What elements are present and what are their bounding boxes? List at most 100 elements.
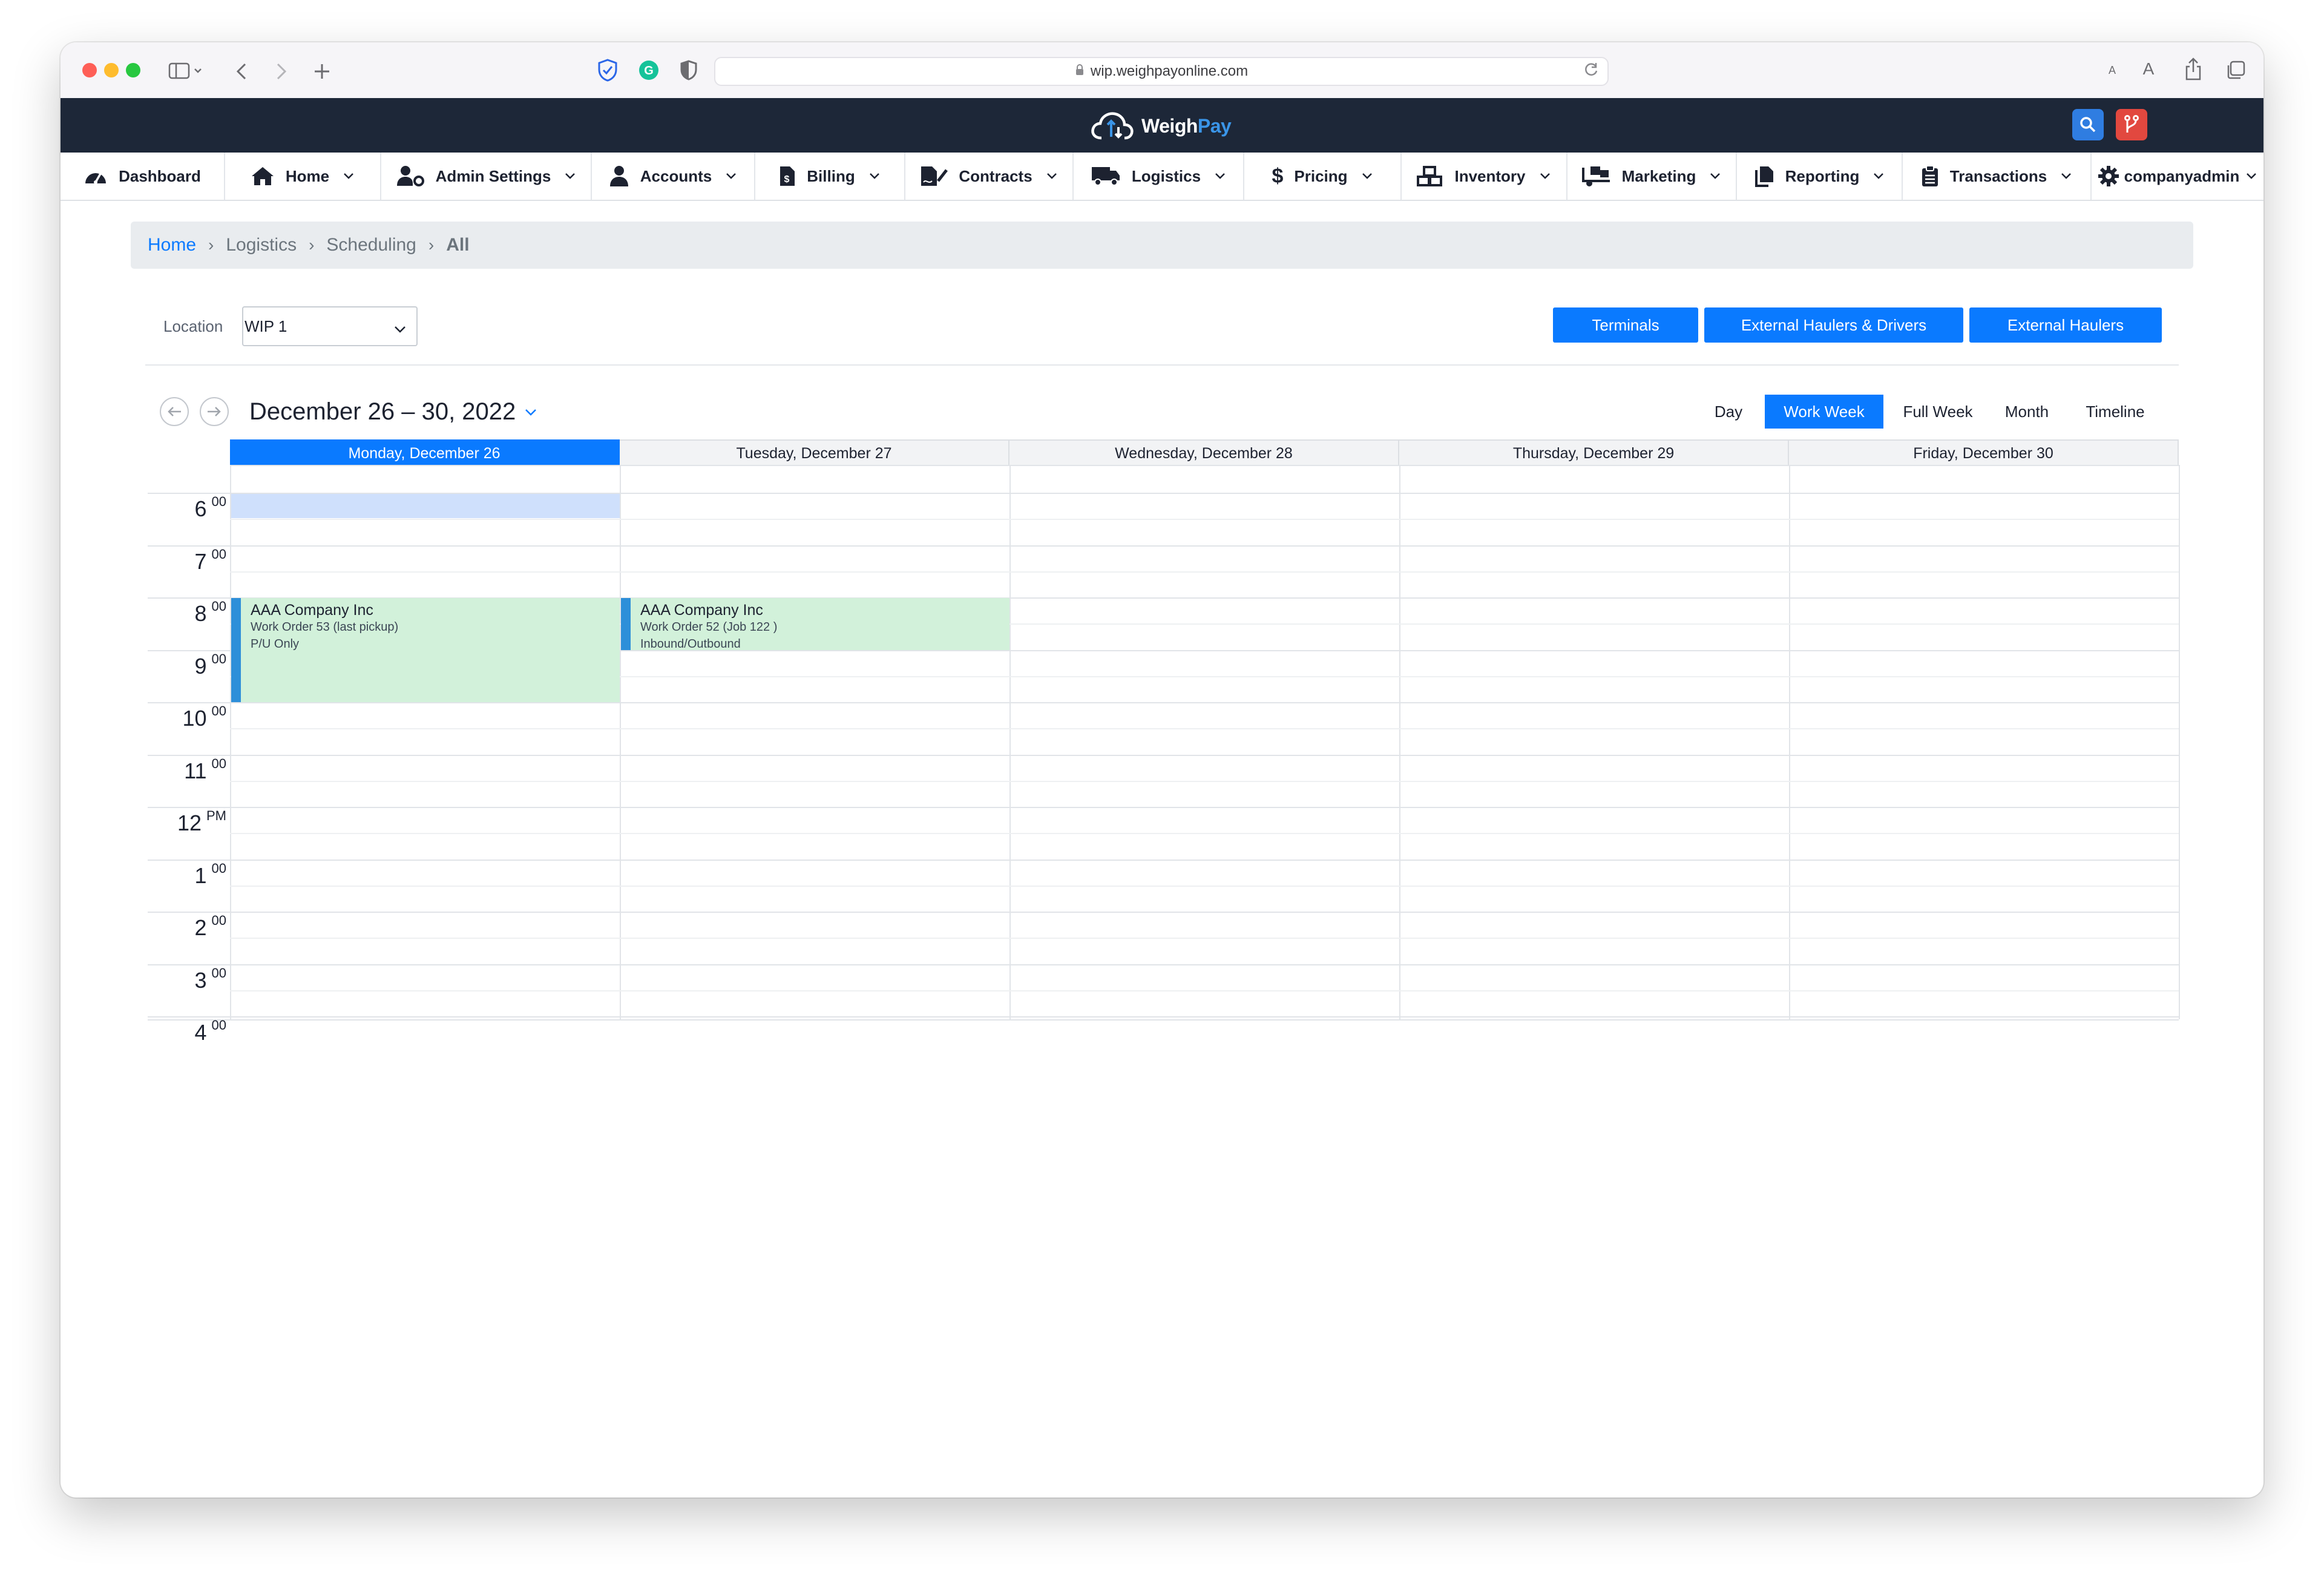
day-header-tue[interactable]: Tuesday, December 27 <box>620 439 1009 466</box>
external-haulers-button[interactable]: External Haulers <box>1969 307 2162 343</box>
nav-transactions[interactable]: Transactions <box>1903 153 2092 200</box>
prev-range-button[interactable] <box>160 397 189 426</box>
reload-icon[interactable] <box>1583 62 1599 82</box>
date-range-picker[interactable]: December 26 – 30, 2022 <box>249 398 537 426</box>
location-select[interactable]: WIP 1 <box>242 306 418 346</box>
sidebar-toggle-icon[interactable] <box>167 61 206 81</box>
nav-accounts[interactable]: Accounts <box>592 153 755 200</box>
nav-contracts[interactable]: Contracts <box>905 153 1074 200</box>
nav-label: Dashboard <box>119 166 201 185</box>
half-hour-line <box>230 781 2179 782</box>
hour-label: 9 00 <box>148 651 226 679</box>
chevron-down-icon <box>1539 172 1551 180</box>
date-range-label: December 26 – 30, 2022 <box>249 398 516 425</box>
nav-marketing[interactable]: Marketing <box>1567 153 1737 200</box>
day-header-wed[interactable]: Wednesday, December 28 <box>1009 439 1399 466</box>
nav-pricing[interactable]: $ Pricing <box>1244 153 1402 200</box>
nav-user-menu[interactable]: companyadmin <box>2092 153 2263 200</box>
hour-label: 2 00 <box>148 913 226 941</box>
back-icon[interactable] <box>230 59 254 84</box>
forward-icon[interactable] <box>269 59 293 84</box>
terminals-button[interactable]: Terminals <box>1553 307 1698 343</box>
hour-label: 3 00 <box>148 965 226 993</box>
copy-icon <box>1754 165 1774 187</box>
selected-time-slot[interactable] <box>231 493 620 518</box>
day-header-fri[interactable]: Friday, December 30 <box>1789 439 2179 466</box>
hour-line <box>148 755 2179 756</box>
user-icon <box>609 165 629 187</box>
address-bar[interactable]: wip.weighpayonline.com <box>714 57 1609 86</box>
text-smaller-button[interactable]: A <box>2104 59 2121 81</box>
event-title: AAA Company Inc <box>640 602 763 619</box>
search-button[interactable] <box>2072 109 2104 140</box>
nav-admin-settings[interactable]: Admin Settings <box>381 153 592 200</box>
hour-label: 11 00 <box>148 756 226 784</box>
half-hour-line <box>230 990 2179 991</box>
new-tab-icon[interactable] <box>310 59 334 84</box>
weighpay-logo[interactable]: WeighPay <box>1089 108 1232 144</box>
hour-minutes: PM <box>206 808 226 823</box>
half-hour-line <box>230 938 2179 939</box>
hour-number: 9 <box>194 654 207 679</box>
chevron-down-icon <box>1873 172 1885 180</box>
nav-logistics[interactable]: Logistics <box>1074 153 1244 200</box>
nav-billing[interactable]: $ Billing <box>755 153 905 200</box>
url-text: wip.weighpayonline.com <box>1090 63 1249 79</box>
grammarly-icon[interactable]: G <box>635 57 662 84</box>
lock-icon <box>1075 63 1085 80</box>
nav-home[interactable]: Home <box>225 153 381 200</box>
view-work-week-button[interactable]: Work Week <box>1765 395 1883 429</box>
hour-number: 8 <box>194 601 207 626</box>
hour-label: 10 00 <box>148 703 226 731</box>
hour-line <box>148 964 2179 965</box>
hour-number: 2 <box>194 915 207 940</box>
event-type: Inbound/Outbound <box>640 637 741 650</box>
hour-label: 7 00 <box>148 547 226 574</box>
breadcrumb-home-link[interactable]: Home <box>148 235 196 255</box>
privacy-shield-icon[interactable] <box>675 57 702 84</box>
breadcrumb-separator: › <box>309 235 315 254</box>
nav-inventory[interactable]: Inventory <box>1402 153 1567 200</box>
chevron-down-icon <box>2060 172 2072 180</box>
minimize-window-button[interactable] <box>104 63 119 77</box>
zoom-window-button[interactable] <box>126 63 140 77</box>
view-full-week-button[interactable]: Full Week <box>1893 395 1983 429</box>
hour-label: 8 00 <box>148 599 226 626</box>
close-window-button[interactable] <box>82 63 97 77</box>
hour-minutes: 00 <box>211 756 226 771</box>
bitwarden-shield-icon[interactable] <box>594 57 621 84</box>
boxes-icon <box>1417 166 1443 186</box>
hour-number: 4 <box>194 1020 207 1045</box>
calendar-event[interactable]: AAA Company Inc Work Order 52 (Job 122 ) I… <box>621 598 1009 650</box>
nav-label: Billing <box>807 166 855 185</box>
chevron-down-icon <box>1046 172 1058 180</box>
nav-label: Logistics <box>1131 166 1201 185</box>
nav-reporting[interactable]: Reporting <box>1737 153 1903 200</box>
day-header-mon[interactable]: Monday, December 26 <box>230 439 620 466</box>
view-month-button[interactable]: Month <box>1991 395 2063 429</box>
hour-line <box>148 545 2179 547</box>
share-icon[interactable] <box>2180 54 2207 84</box>
truck-icon <box>1091 166 1121 186</box>
breadcrumb-current: All <box>446 235 470 255</box>
hour-number: 10 <box>182 706 207 731</box>
tab-overview-icon[interactable] <box>2222 57 2249 84</box>
nav-label: Admin Settings <box>435 166 551 185</box>
breadcrumb-logistics: Logistics <box>226 235 297 255</box>
calendar-event[interactable]: AAA Company Inc Work Order 53 (last picku… <box>231 598 620 702</box>
svg-text:$: $ <box>784 174 790 185</box>
view-timeline-button[interactable]: Timeline <box>2070 395 2161 429</box>
external-haulers-drivers-button[interactable]: External Haulers & Drivers <box>1704 307 1963 343</box>
day-header-thu[interactable]: Thursday, December 29 <box>1399 439 1789 466</box>
hour-number: 1 <box>194 863 207 888</box>
git-branch-button[interactable] <box>2116 109 2147 140</box>
nav-dashboard[interactable]: Dashboard <box>61 153 225 200</box>
gauge-icon <box>84 166 108 186</box>
view-day-button[interactable]: Day <box>1702 395 1755 429</box>
logo-text-accent: Pay <box>1197 114 1232 137</box>
hour-label: 12 PM <box>148 808 226 836</box>
text-larger-button[interactable]: A <box>2136 57 2161 81</box>
chevron-down-icon <box>343 172 355 180</box>
next-range-button[interactable] <box>200 397 229 426</box>
hour-line <box>148 702 2179 703</box>
